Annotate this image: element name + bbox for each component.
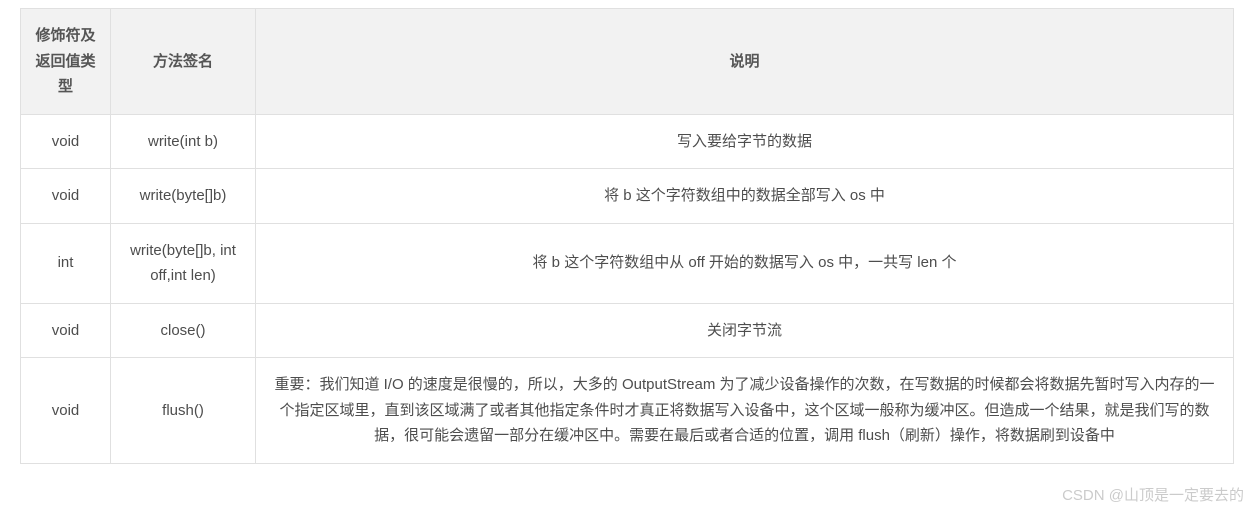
cell-description: 关闭字节流: [256, 303, 1234, 358]
cell-signature: write(byte[]b, int off,int len): [111, 223, 256, 303]
cell-description: 重要：我们知道 I/O 的速度是很慢的，所以，大多的 OutputStream …: [256, 358, 1234, 464]
cell-return-type: void: [21, 169, 111, 224]
table-row: void flush() 重要：我们知道 I/O 的速度是很慢的，所以，大多的 …: [21, 358, 1234, 464]
header-description: 说明: [256, 9, 1234, 115]
cell-signature: write(byte[]b): [111, 169, 256, 224]
cell-description: 将 b 这个字符数组中从 off 开始的数据写入 os 中，一共写 len 个: [256, 223, 1234, 303]
cell-description: 将 b 这个字符数组中的数据全部写入 os 中: [256, 169, 1234, 224]
cell-signature: close(): [111, 303, 256, 358]
header-signature: 方法签名: [111, 9, 256, 115]
cell-signature: write(int b): [111, 114, 256, 169]
table-row: void close() 关闭字节流: [21, 303, 1234, 358]
table-row: int write(byte[]b, int off,int len) 将 b …: [21, 223, 1234, 303]
cell-return-type: int: [21, 223, 111, 303]
table-row: void write(int b) 写入要给字节的数据: [21, 114, 1234, 169]
cell-return-type: void: [21, 303, 111, 358]
watermark-text: CSDN @山顶是一定要去的: [1062, 484, 1244, 505]
table-header-row: 修饰符及返回值类型 方法签名 说明: [21, 9, 1234, 115]
header-return-type: 修饰符及返回值类型: [21, 9, 111, 115]
cell-return-type: void: [21, 114, 111, 169]
method-table: 修饰符及返回值类型 方法签名 说明 void write(int b) 写入要给…: [20, 8, 1234, 464]
cell-description: 写入要给字节的数据: [256, 114, 1234, 169]
cell-return-type: void: [21, 358, 111, 464]
cell-signature: flush(): [111, 358, 256, 464]
table-row: void write(byte[]b) 将 b 这个字符数组中的数据全部写入 o…: [21, 169, 1234, 224]
